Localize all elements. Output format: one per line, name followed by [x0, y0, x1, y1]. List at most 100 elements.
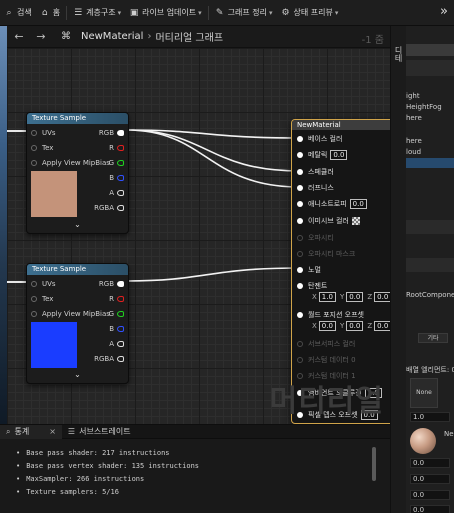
breadcrumb-graph[interactable]: 머티리얼 그래프	[155, 29, 223, 44]
value-field[interactable]: 0.0	[410, 458, 450, 468]
texture-sample-node[interactable]: Texture Sample UVs Tex Apply View MipBia…	[26, 112, 129, 234]
texture-sample-node[interactable]: Texture Sample UVs Tex Apply View MipBia…	[26, 263, 129, 384]
pin-tex[interactable]: Tex	[31, 292, 53, 305]
pin-emissive-color[interactable]: 이미시브 컬러	[297, 216, 360, 226]
pin-g[interactable]: G	[109, 307, 124, 320]
more-options-icon[interactable]: »	[440, 4, 448, 19]
material-graph-canvas[interactable]: Texture Sample UVs Tex Apply View MipBia…	[7, 48, 390, 424]
pin-icon	[31, 129, 37, 136]
pin-label: Tex	[42, 294, 54, 303]
pin-icon	[117, 325, 124, 332]
pin-subsurface-color[interactable]: 서브서피스 컬러	[297, 339, 355, 349]
pin-r[interactable]: R	[109, 141, 124, 154]
forward-arrow-icon[interactable]: →	[33, 29, 49, 45]
pin-world-position-offset[interactable]: 월드 포지션 오프셋	[297, 310, 364, 320]
chevron-down-icon[interactable]: ⌄	[27, 370, 128, 379]
other-button[interactable]: 기타	[418, 333, 448, 343]
pin-label: 월드 포지션 오프셋	[308, 311, 364, 319]
emissive-color-swatch[interactable]	[351, 217, 360, 225]
pin-label: 오파시티	[308, 234, 334, 242]
value-field[interactable]: 0.0	[410, 505, 450, 513]
outliner-item[interactable]: HeightFog	[406, 103, 454, 111]
value-field[interactable]: 1.0	[410, 412, 450, 422]
viewport-preview[interactable]	[0, 26, 7, 424]
pin-label: Tex	[42, 143, 54, 152]
details-tab[interactable]: 디테	[393, 46, 404, 62]
outliner-item[interactable]: here	[406, 114, 454, 122]
live-update-button[interactable]: ▣ 라이브 업데이트 ▾	[125, 3, 206, 23]
close-icon[interactable]: ×	[49, 427, 56, 436]
pin-icon	[117, 129, 124, 136]
wpo-z-field[interactable]: 0.0	[374, 321, 390, 331]
chevron-down-icon: ▾	[198, 8, 202, 17]
state-preview-button[interactable]: ⚙ 상태 프리뷰 ▾	[277, 3, 343, 23]
wpo-y-field[interactable]: 0.0	[346, 321, 364, 331]
anisotropy-value-field[interactable]: 0.0	[349, 199, 367, 209]
pin-tex[interactable]: Tex	[31, 141, 53, 154]
outliner-item[interactable]: here	[406, 137, 454, 145]
pin-base-color[interactable]: 베이스 컬러	[297, 134, 342, 144]
graph-cleanup-button[interactable]: ✎ 그래프 정리 ▾	[211, 3, 277, 23]
chevron-down-icon: ▾	[269, 8, 273, 17]
breadcrumb-material[interactable]: NewMaterial	[81, 31, 143, 42]
tangent-x-field[interactable]: 1.0	[318, 292, 336, 302]
wpo-x-field[interactable]: 0.0	[318, 321, 336, 331]
root-component-label[interactable]: RootComponen	[406, 291, 454, 299]
pin-metallic[interactable]: 메탈릭 0.0	[297, 150, 348, 160]
pin-rgb[interactable]: RGB	[99, 126, 124, 139]
pin-normal[interactable]: 노멀	[297, 265, 321, 275]
pin-label: 베이스 컬러	[308, 135, 343, 143]
pin-opacity-mask[interactable]: 오파시티 마스크	[297, 249, 355, 259]
pin-anisotropy[interactable]: 애니소트로피 0.0	[297, 199, 367, 209]
pin-g[interactable]: G	[109, 156, 124, 169]
pin-uvs[interactable]: UVs	[31, 126, 56, 139]
graph-watermark: 머티리얼	[269, 384, 384, 419]
pin-tangent[interactable]: 탄젠트	[297, 281, 327, 291]
pin-custom-data-0[interactable]: 커스텀 데이터 0	[297, 355, 356, 365]
outliner-item[interactable]: ight	[406, 92, 454, 100]
pin-label: 커스텀 데이터 0	[308, 356, 356, 364]
stats-scrollbar[interactable]	[372, 447, 376, 481]
pin-label: 애니소트로피	[308, 200, 347, 208]
list-icon: ☰	[67, 427, 76, 436]
metallic-value-field[interactable]: 0.0	[330, 150, 348, 160]
back-arrow-icon[interactable]: ←	[11, 29, 27, 45]
stats-tab-bar: ⌕ 통계 × ☰ 서브스트레이트	[0, 424, 390, 439]
pin-a[interactable]: A	[109, 186, 124, 199]
hierarchy-button[interactable]: ☰ 계층구조 ▾	[69, 3, 125, 23]
pin-rgb[interactable]: RGB	[99, 277, 124, 290]
pin-apply-view-mipbias[interactable]: Apply View MipBias	[31, 156, 110, 169]
pin-label: Apply View MipBias	[42, 309, 110, 318]
pin-rgba[interactable]: RGBA	[94, 201, 124, 214]
outliner-item[interactable]: loud	[406, 148, 454, 156]
none-button[interactable]: None	[410, 378, 438, 408]
tab-substrate[interactable]: ☰ 서브스트레이트	[62, 425, 137, 439]
stats-panel: ⌕통계 × ☰서브스트레이트 Base pass shader: 217 inst…	[0, 424, 390, 513]
panel-header-bar	[406, 44, 454, 56]
pin-apply-view-mipbias[interactable]: Apply View MipBias	[31, 307, 110, 320]
pin-icon	[117, 159, 124, 166]
search-button[interactable]: ⌕ 검색	[0, 3, 36, 23]
pin-roughness[interactable]: 러프니스	[297, 183, 334, 193]
pin-r[interactable]: R	[109, 292, 124, 305]
tangent-z-field[interactable]: 0.0	[374, 292, 390, 302]
pin-uvs[interactable]: UVs	[31, 277, 56, 290]
pin-a[interactable]: A	[109, 337, 124, 350]
pin-specular[interactable]: 스페큘러	[297, 167, 334, 177]
pin-b[interactable]: B	[109, 322, 124, 335]
selected-row-highlight	[406, 158, 454, 168]
tangent-y-field[interactable]: 0.0	[346, 292, 364, 302]
chevron-down-icon[interactable]: ⌄	[27, 220, 128, 229]
value-field[interactable]: 0.0	[410, 474, 450, 484]
pin-icon	[297, 283, 303, 289]
chevron-down-icon: ▾	[117, 8, 122, 17]
tab-stats[interactable]: ⌕ 통계 ×	[0, 424, 62, 439]
value-field[interactable]: 0.0	[410, 490, 450, 500]
material-sphere-preview[interactable]	[410, 428, 436, 454]
pin-label: B	[109, 173, 114, 182]
pin-opacity[interactable]: 오파시티	[297, 233, 334, 243]
pin-label: G	[108, 158, 114, 167]
pin-rgba[interactable]: RGBA	[94, 352, 124, 365]
pin-b[interactable]: B	[109, 171, 124, 184]
home-button[interactable]: ⌂ 홈	[36, 3, 64, 23]
